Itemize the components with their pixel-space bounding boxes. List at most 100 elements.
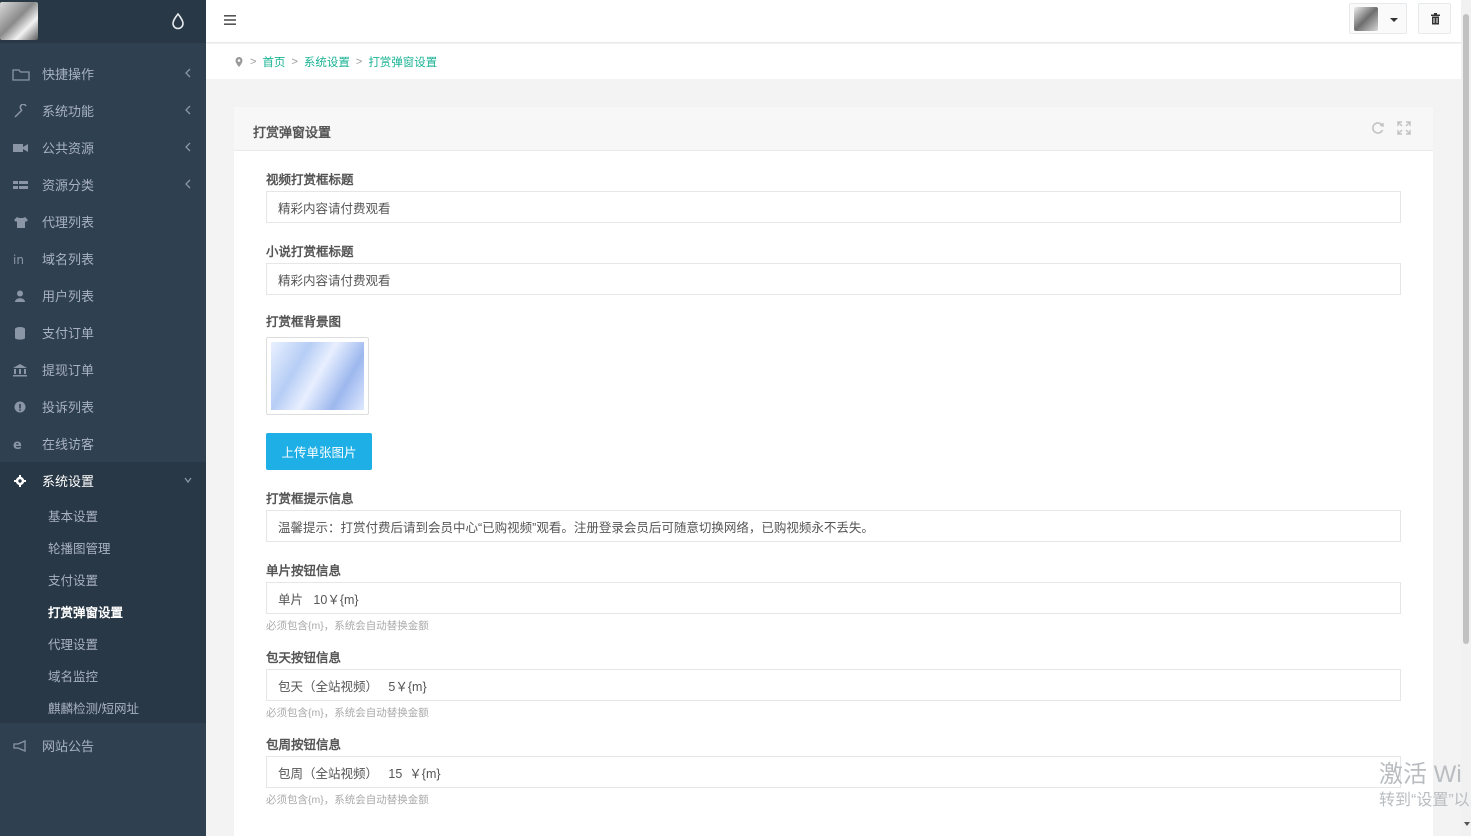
sidebar-item-label: 投诉列表 (42, 400, 95, 415)
breadcrumb-home-link[interactable]: 首页 (262, 54, 285, 70)
ie-icon: e (13, 438, 22, 451)
user-icon (15, 290, 25, 302)
menu-toggle-icon[interactable] (223, 13, 237, 27)
single-button-label: 单片按钮信息 (266, 564, 342, 578)
sidebar-item-label: 代理列表 (42, 215, 95, 230)
sidebar-item-system-settings[interactable]: 系统设置 (0, 462, 206, 499)
shirt-icon (14, 216, 28, 228)
clear-cache-button[interactable] (1418, 3, 1451, 34)
sidebar: 快捷操作 系统功能 公共资源 资源分类 代理列表 in 域名列表 用户列表 支付… (0, 0, 206, 836)
novel-title-label: 小说打赏框标题 (266, 245, 354, 259)
sidebar-item-resource-categories[interactable]: 资源分类 (0, 166, 206, 203)
bg-image-thumbnail (271, 342, 364, 410)
profile-avatar[interactable] (0, 2, 38, 40)
list-icon (13, 180, 28, 189)
chevron-left-icon (185, 105, 191, 115)
video-title-input[interactable] (266, 191, 1401, 223)
sidebar-item-complaints[interactable]: 投诉列表 (0, 388, 206, 425)
caret-down-icon (1390, 18, 1398, 22)
info-circle-icon (14, 401, 26, 412)
sidebar-item-withdraw-orders[interactable]: 提现订单 (0, 351, 206, 388)
sidebar-item-announcements[interactable]: 网站公告 (0, 727, 206, 764)
sidebar-subitem-reward-popup[interactable]: 打赏弹窗设置 (0, 595, 206, 627)
user-menu-button[interactable] (1349, 3, 1407, 34)
week-button-input[interactable] (266, 756, 1401, 788)
breadcrumb-separator: > (291, 55, 298, 68)
week-button-label: 包周按钮信息 (266, 738, 342, 752)
sidebar-item-label: 快捷操作 (42, 67, 95, 82)
sidebar-item-label: 域名列表 (42, 252, 95, 267)
sidebar-item-domains[interactable]: in 域名列表 (0, 240, 206, 277)
sidebar-subitem-domain-monitor[interactable]: 域名监控 (0, 659, 206, 691)
sidebar-item-public-resources[interactable]: 公共资源 (0, 129, 206, 166)
sidebar-item-users[interactable]: 用户列表 (0, 277, 206, 314)
video-camera-icon (13, 143, 28, 152)
svg-text:e: e (13, 438, 22, 451)
sidebar-item-label: 用户列表 (42, 289, 95, 304)
sidebar-item-agents[interactable]: 代理列表 (0, 203, 206, 240)
trash-icon (1431, 13, 1440, 25)
day-button-help: 必须包含{m}，系统会自动替换金额 (266, 707, 429, 719)
chevron-left-icon (185, 142, 191, 152)
tip-info-input[interactable] (266, 510, 1401, 542)
bank-icon (13, 363, 27, 376)
day-button-label: 包天按钮信息 (266, 651, 342, 665)
sidebar-item-label: 资源分类 (42, 178, 95, 193)
sidebar-item-label: 公共资源 (42, 141, 95, 156)
sidebar-item-label: 提现订单 (42, 363, 95, 378)
avatar (1354, 7, 1378, 31)
sidebar-subitem-short-url[interactable]: 麒麟检测/短网址 (0, 691, 206, 723)
folder-icon (12, 68, 30, 81)
breadcrumb-current[interactable]: 打赏弹窗设置 (368, 54, 437, 70)
top-navbar (206, 0, 1461, 43)
day-button-input[interactable] (266, 669, 1401, 701)
fullscreen-icon[interactable] (1397, 121, 1411, 135)
single-button-input[interactable] (266, 582, 1401, 614)
sidebar-subitem-carousel[interactable]: 轮播图管理 (0, 531, 206, 563)
week-button-help: 必须包含{m}，系统会自动替换金额 (266, 794, 429, 806)
sidebar-item-online-visitors[interactable]: e 在线访客 (0, 425, 206, 462)
sidebar-item-label: 在线访客 (42, 437, 95, 452)
breadcrumb-section-link[interactable]: 系统设置 (304, 54, 350, 70)
bullhorn-icon (13, 739, 26, 752)
chevron-left-icon (185, 179, 191, 189)
sidebar-item-pay-orders[interactable]: 支付订单 (0, 314, 206, 351)
single-button-help: 必须包含{m}，系统会自动替换金额 (266, 620, 429, 632)
page-scrollbar[interactable] (1461, 0, 1471, 836)
upload-image-button[interactable]: 上传单张图片 (266, 433, 372, 470)
gear-icon (14, 474, 26, 487)
sidebar-item-label: 支付订单 (42, 326, 95, 341)
sidebar-item-label: 网站公告 (42, 739, 95, 754)
sidebar-item-system-functions[interactable]: 系统功能 (0, 92, 206, 129)
wrench-icon (14, 103, 27, 118)
linkedin-icon: in (13, 253, 24, 266)
settings-panel: 打赏弹窗设置 视频打赏框标题 小说打赏框标题 打赏框背景图 上传单张图片 打赏框… (234, 107, 1433, 836)
breadcrumb: > 首页 > 系统设置 > 打赏弹窗设置 (206, 44, 1461, 79)
breadcrumb-separator: > (355, 55, 363, 68)
chevron-down-icon (184, 477, 192, 484)
chevron-left-icon (185, 68, 191, 78)
panel-header: 打赏弹窗设置 (234, 107, 1433, 151)
scroll-down-arrow-icon[interactable] (1464, 822, 1470, 826)
sidebar-item-label: 系统设置 (42, 474, 95, 489)
reward-popup-form: 视频打赏框标题 小说打赏框标题 打赏框背景图 上传单张图片 打赏框提示信息 单片… (266, 169, 1401, 809)
sidebar-subitem-basic-settings[interactable]: 基本设置 (0, 499, 206, 531)
database-icon (15, 326, 25, 340)
sidebar-item-label: 系统功能 (42, 104, 95, 119)
novel-title-input[interactable] (266, 263, 1401, 295)
scrollbar-thumb[interactable] (1463, 14, 1469, 644)
tip-info-label: 打赏框提示信息 (266, 492, 354, 506)
sidebar-subitem-agent-settings[interactable]: 代理设置 (0, 627, 206, 659)
water-drop-icon[interactable] (170, 12, 186, 30)
sidebar-header (0, 0, 206, 43)
panel-title: 打赏弹窗设置 (253, 125, 332, 140)
svg-text:in: in (13, 253, 24, 266)
sidebar-group-settings: 系统设置 基本设置 轮播图管理 支付设置 打赏弹窗设置 代理设置 域名监控 麒麟… (0, 462, 206, 723)
bg-image-preview[interactable] (266, 337, 369, 415)
sidebar-item-quick-actions[interactable]: 快捷操作 (0, 55, 206, 92)
map-marker-icon (235, 56, 243, 67)
refresh-icon[interactable] (1371, 121, 1385, 135)
breadcrumb-separator: > (250, 55, 257, 68)
sidebar-subitem-payment-settings[interactable]: 支付设置 (0, 563, 206, 595)
bg-image-label: 打赏框背景图 (266, 315, 342, 329)
